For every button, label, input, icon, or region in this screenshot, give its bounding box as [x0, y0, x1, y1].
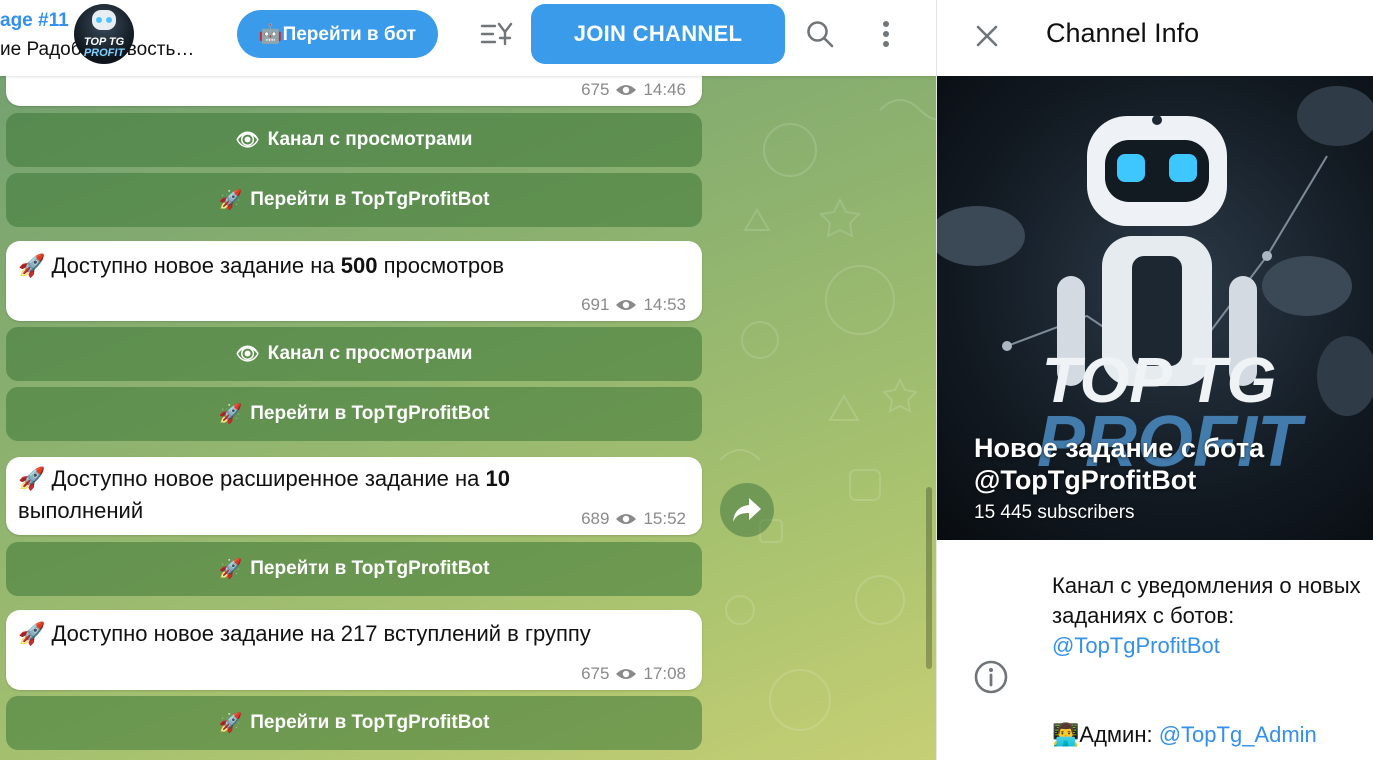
message-text: 🚀 Доступно новое задание на 500 просмотр…	[18, 253, 505, 278]
inline-button-go-to-bot[interactable]: 🚀 Перейти в TopTgProfitBot	[6, 542, 702, 596]
inline-button-label: Перейти в TopTgProfitBot	[250, 403, 490, 424]
message-text: 🚀 Доступно новое задание на 217 вступлен…	[18, 621, 591, 646]
eye-icon	[616, 300, 637, 310]
channel-avatar[interactable]: TOP TG PROFIT	[74, 4, 134, 64]
robot-icon	[92, 10, 116, 30]
message-meta: 675 14:46	[581, 80, 686, 100]
admin-label: Админ:	[1079, 722, 1153, 747]
inline-button-label: Перейти в TopTgProfitBot	[250, 189, 490, 210]
message-meta: 689 15:52	[581, 509, 686, 529]
eye-emoji-icon: 👁	[235, 130, 260, 151]
admin-link[interactable]: @TopTg_Admin	[1159, 722, 1317, 747]
filter-icon[interactable]	[474, 12, 518, 56]
rocket-emoji-icon: 🚀	[218, 190, 243, 211]
rocket-emoji-icon: 🚀	[18, 466, 46, 491]
rocket-emoji-icon: 🚀	[218, 559, 243, 580]
chat-title[interactable]: age #11	[0, 10, 69, 32]
search-icon[interactable]	[798, 12, 842, 56]
inline-button-label: Канал с просмотрами	[267, 129, 473, 150]
eye-icon	[616, 85, 637, 95]
inline-button-go-to-bot[interactable]: 🚀 Перейти в TopTgProfitBot	[6, 696, 702, 750]
inline-button-go-to-bot[interactable]: 🚀 Перейти в TopTgProfitBot	[6, 387, 702, 441]
channel-info-panel: Channel Info TOP TG PROFIT Новое задание…	[936, 0, 1373, 760]
chat-scrollbar[interactable]	[926, 487, 932, 669]
inline-button-views-channel[interactable]: 👁 Канал с просмотрами	[6, 327, 702, 381]
description-text: Канал с уведомления о новых заданиях с б…	[1052, 573, 1361, 628]
chat-header: age #11 ие Радобот новость… TOP TG PROFI…	[0, 0, 936, 76]
subscriber-count: 15 445 subscribers	[974, 502, 1135, 523]
rocket-emoji-icon: 🚀	[18, 253, 46, 278]
eye-icon	[616, 514, 637, 524]
message-meta: 675 17:08	[581, 664, 686, 684]
forward-icon[interactable]	[720, 483, 774, 537]
eye-emoji-icon: 👁	[235, 344, 260, 365]
view-count: 691	[581, 295, 610, 314]
admin-line: 👨‍💻Админ: @TopTg_Admin	[1052, 722, 1317, 748]
message-time: 17:08	[643, 664, 686, 683]
message-bubble[interactable]: 🚀 Доступно новое задание на 217 вступлен…	[6, 610, 702, 690]
close-icon[interactable]	[965, 14, 1009, 58]
eye-icon	[616, 669, 637, 679]
description-bot-link[interactable]: @TopTgProfitBot	[1052, 633, 1220, 658]
join-channel-button[interactable]: JOIN CHANNEL	[531, 4, 785, 64]
info-icon	[974, 660, 1008, 694]
go-to-bot-button[interactable]: 🤖Перейти в бот	[237, 10, 438, 58]
avatar-logo-text-2: PROFIT	[83, 47, 125, 59]
view-count: 689	[581, 509, 610, 528]
view-count: 675	[581, 664, 610, 683]
rocket-emoji-icon: 🚀	[218, 404, 243, 425]
message-bubble[interactable]: 🚀 Доступно новое расширенное задание на …	[6, 457, 702, 535]
inline-button-label: Канал с просмотрами	[267, 343, 473, 364]
inline-button-label: Перейти в TopTgProfitBot	[250, 558, 490, 579]
channel-name: Новое задание с бота @TopTgProfitBot	[974, 433, 1265, 495]
message-time: 14:46	[643, 80, 686, 99]
inline-button-label: Перейти в TopTgProfitBot	[250, 712, 490, 733]
message-time: 14:53	[643, 295, 686, 314]
inline-button-go-to-bot[interactable]: 🚀 Перейти в TopTgProfitBot	[6, 173, 702, 227]
technologist-emoji-icon: 👨‍💻	[1052, 722, 1080, 747]
message-bubble[interactable]: 🚀 Доступно новое задание на 500 просмотр…	[6, 241, 702, 321]
message-time: 15:52	[643, 509, 686, 528]
panel-title: Channel Info	[1046, 18, 1200, 48]
message-meta: 691 14:53	[581, 295, 686, 315]
rocket-emoji-icon: 🚀	[18, 621, 46, 646]
chat-area: age #11 ие Радобот новость… TOP TG PROFI…	[0, 0, 936, 760]
message-text: 🚀 Доступно новое расширенное задание на …	[18, 466, 510, 523]
inline-button-views-channel[interactable]: 👁 Канал с просмотрами	[6, 113, 702, 167]
channel-description: Канал с уведомления о новых заданиях с б…	[1052, 571, 1362, 661]
more-vertical-icon[interactable]	[864, 12, 908, 56]
rocket-emoji-icon: 🚀	[218, 713, 243, 734]
view-count: 675	[581, 80, 610, 99]
